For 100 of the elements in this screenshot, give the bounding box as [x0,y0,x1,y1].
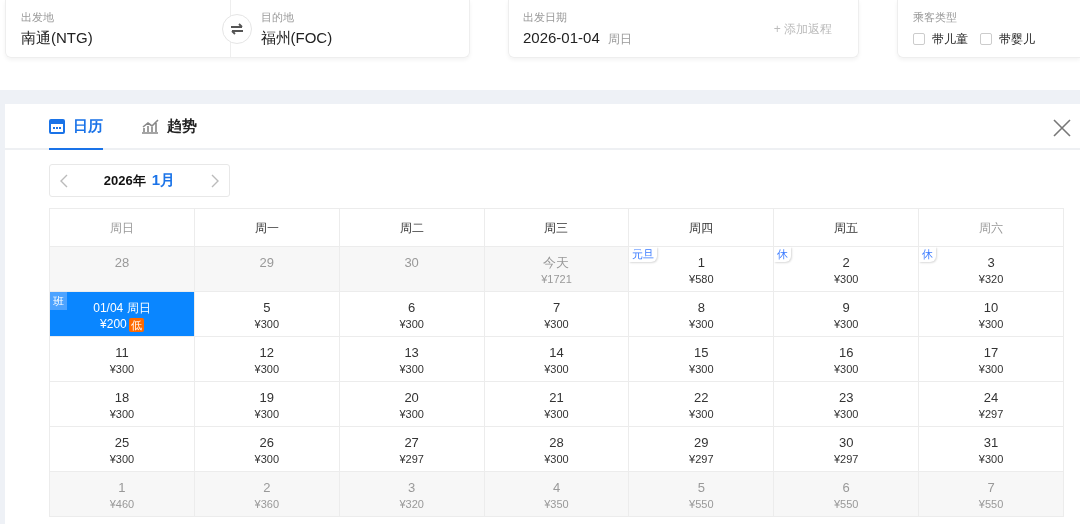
chart-icon [141,118,159,134]
date-card[interactable]: 出发日期 2026-01-04 周日 + 添加返程 [508,0,859,58]
calendar-day[interactable]: 22 ¥300 [629,382,775,427]
holiday-tag: 休 [774,247,792,262]
swap-icon [230,23,244,35]
day-label: 4 [552,480,561,496]
tab[interactable]: 日历 [49,104,103,150]
price-label: ¥300 [833,272,859,287]
day-label: 今天 [543,255,570,271]
price-label: ¥550 [689,497,714,512]
day-label: 28 [549,435,564,451]
calendar-day[interactable]: 24 ¥297 [919,382,1064,427]
holiday-tag: 休 [919,247,937,262]
passenger-checkbox[interactable]: 带婴儿 [980,30,1035,48]
field-label: 出发日期 [523,10,568,24]
calendar-day[interactable]: 班 01/04 周日 ¥200 低 [50,292,195,337]
calendar-day[interactable]: 6 ¥300 [339,292,485,337]
calendar-day[interactable]: 元旦 1 ¥580 [629,247,775,292]
price-label: ¥300 [399,407,424,422]
calendar-day[interactable]: 29 ¥297 [629,427,775,472]
day-label: 22 [694,390,709,406]
price-label: ¥300 [254,362,279,377]
origin-field[interactable]: 南通(NTG) [21,27,93,49]
price-label: ¥300 [689,317,714,332]
calendar-day[interactable]: 18 ¥300 [50,382,195,427]
day-label: 25 [114,435,130,451]
price-label: ¥300 [978,317,1004,332]
day-label: 6 [842,480,850,496]
price-label: ¥300 [399,317,424,332]
day-label: 8 [697,300,705,316]
swap-button[interactable] [222,14,252,44]
calendar-day[interactable]: 23 ¥300 [774,382,920,427]
calendar-day[interactable]: 17 ¥300 [919,337,1064,382]
calendar-day[interactable]: 9 ¥300 [774,292,920,337]
calendar-day[interactable]: 8 ¥300 [629,292,775,337]
holiday-tag: 元旦 [629,247,658,262]
calendar-day[interactable]: 7 ¥300 [484,292,630,337]
day-label: 29 [259,255,274,271]
calendar-day[interactable]: 12 ¥300 [194,337,340,382]
tab[interactable]: 趋势 [141,104,197,150]
calendar-day[interactable]: 休 3 ¥320 [919,247,1064,292]
destination-field[interactable]: 福州(FOC) [260,27,333,49]
day-label: 24 [983,390,999,406]
calendar-day[interactable]: 19 ¥300 [194,382,340,427]
calendar-day[interactable]: 27 ¥297 [339,427,485,472]
calendar-day[interactable]: 28 ¥300 [484,427,630,472]
day-label: 20 [404,390,419,406]
day-label: 1 [118,480,126,496]
calendar-day[interactable]: 14 ¥300 [484,337,630,382]
calendar-day[interactable]: 5 ¥300 [194,292,340,337]
price-label: ¥320 [978,272,1004,287]
calendar-day[interactable]: 11 ¥300 [50,337,195,382]
calendar-day[interactable]: 25 ¥300 [50,427,195,472]
day-label: 7 [552,300,561,316]
price-label: ¥300 [833,362,859,377]
day-label: 12 [259,345,274,361]
price-label: ¥300 [109,407,135,422]
price-label: ¥300 [109,452,135,467]
previous-month-button[interactable] [60,173,68,188]
day-label: 7 [987,480,995,496]
calendar-day[interactable]: 15 ¥300 [629,337,775,382]
close-button[interactable] [1052,118,1072,138]
price-label: ¥300 [544,362,569,377]
price-label: ¥350 [544,497,569,512]
calendar-day[interactable]: 30 ¥297 [774,427,920,472]
price-label: ¥300 [833,317,859,332]
price-label: ¥300 [254,317,279,332]
calendar-day[interactable]: 20 ¥300 [339,382,485,427]
calendar-day[interactable]: 10 ¥300 [919,292,1064,337]
day-label: 13 [404,345,419,361]
date-value: 2026-01-04 [523,28,600,48]
day-label: 11 [115,345,129,361]
field-label: 目的地 [260,10,295,24]
calendar-icon [49,118,65,134]
day-label: 28 [114,255,130,271]
checkbox[interactable] [913,33,925,45]
price-label: ¥297 [833,452,859,467]
day-label: 16 [838,345,854,361]
day-label: 30 [838,435,854,451]
price-label: ¥300 [833,407,859,422]
checkbox[interactable] [980,33,992,45]
price-label: ¥550 [833,497,859,512]
day-label: 15 [694,345,709,361]
price-label: ¥300 [689,407,714,422]
lowest-price-badge: 低 [128,317,144,332]
day-label: 01/04 周日 [93,300,151,316]
calendar-day[interactable]: 31 ¥300 [919,427,1064,472]
calendar-day[interactable]: 21 ¥300 [484,382,630,427]
month-label: 1月 [151,170,176,191]
calendar-day[interactable]: 13 ¥300 [339,337,485,382]
day-label: 29 [694,435,709,451]
passenger-checkbox[interactable]: 带儿童 [913,30,968,48]
day-label: 9 [842,300,850,316]
price-label: ¥360 [254,497,279,512]
weekday-label: 周日 [607,31,632,48]
calendar-day[interactable]: 26 ¥300 [194,427,340,472]
next-month-button[interactable] [211,173,219,188]
calendar-day[interactable]: 休 2 ¥300 [774,247,920,292]
day-label: 6 [408,300,416,316]
calendar-day[interactable]: 16 ¥300 [774,337,920,382]
